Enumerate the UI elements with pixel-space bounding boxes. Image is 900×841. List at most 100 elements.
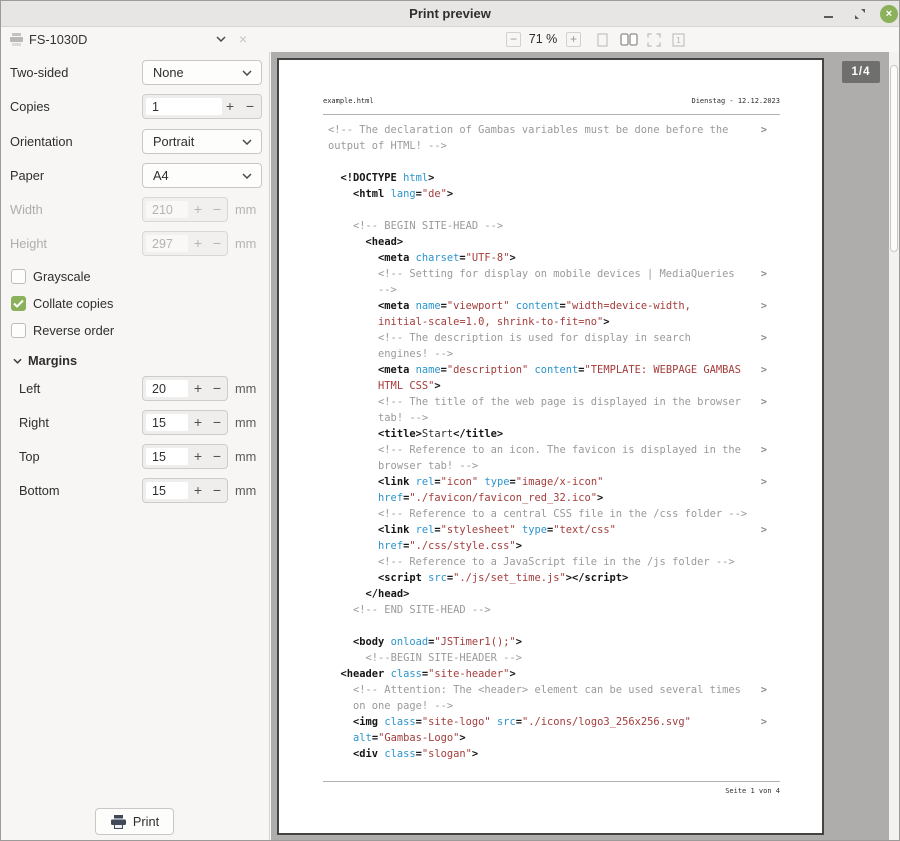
margin-right-input[interactable]: 15 xyxy=(146,414,188,431)
code-block: <!-- The declaration of Gambas variables… xyxy=(328,122,779,762)
width-unit: mm xyxy=(235,197,256,222)
code-line: --> xyxy=(328,282,779,298)
height-row: Height 297 + − mm xyxy=(1,231,269,256)
collate-label: Collate copies xyxy=(33,296,113,312)
toolbar: FS-1030D × − 71 % + xyxy=(1,27,899,52)
margin-bottom-spinner[interactable]: 15 + − xyxy=(142,478,228,503)
printer-selector[interactable]: FS-1030D × xyxy=(1,27,270,52)
margin-bottom-increment-button[interactable]: + xyxy=(189,479,207,502)
reverse-order-label: Reverse order xyxy=(33,323,114,339)
document-page: example.html Dienstag - 12.12.2023 <!-- … xyxy=(277,58,824,835)
orientation-select[interactable]: Portrait xyxy=(142,129,262,154)
margin-left-increment-button[interactable]: + xyxy=(189,377,207,400)
chevron-down-icon[interactable] xyxy=(216,36,226,42)
orientation-label: Orientation xyxy=(10,129,73,154)
code-line xyxy=(328,202,779,218)
margin-left-spinner[interactable]: 20 + − xyxy=(142,376,228,401)
zoom-out-button[interactable]: − xyxy=(506,32,521,47)
margin-top-input[interactable]: 15 xyxy=(146,448,188,465)
close-button[interactable]: × xyxy=(877,1,900,27)
paper-label: Paper xyxy=(10,163,44,188)
margin-right-spinner[interactable]: 15 + − xyxy=(142,410,228,435)
code-line: <head> xyxy=(328,234,779,250)
copies-increment-button[interactable]: + xyxy=(221,95,239,118)
margin-left-row: Left 20 + − mm xyxy=(1,376,269,401)
height-increment-button: + xyxy=(189,232,207,255)
print-button-label: Print xyxy=(133,814,159,829)
code-line: <!-- BEGIN SITE-HEAD --> xyxy=(328,218,779,234)
code-line: </head> xyxy=(328,586,779,602)
single-page-view-button[interactable] xyxy=(597,32,608,47)
margin-right-decrement-button[interactable]: − xyxy=(208,411,226,434)
margin-left-decrement-button[interactable]: − xyxy=(208,377,226,400)
orientation-row: Orientation Portrait xyxy=(1,129,269,154)
printer-clear-icon[interactable]: × xyxy=(239,27,247,51)
paper-row: Paper A4 xyxy=(1,163,269,188)
code-line: <meta name="viewport" content="width=dev… xyxy=(328,298,779,314)
fit-page-button[interactable] xyxy=(647,32,661,47)
code-line xyxy=(328,618,779,634)
margin-bottom-label: Bottom xyxy=(19,478,60,503)
preview-scrollbar[interactable] xyxy=(889,52,899,840)
code-line: <link rel="icon" type="image/x-icon"> xyxy=(328,474,779,490)
two-sided-label: Two-sided xyxy=(10,60,68,85)
width-label: Width xyxy=(10,197,43,222)
facing-pages-view-button[interactable] xyxy=(620,32,638,47)
collate-checkbox[interactable] xyxy=(11,296,26,311)
margin-top-spinner[interactable]: 15 + − xyxy=(142,444,228,469)
code-line: <script src="./js/set_time.js"></script> xyxy=(328,570,779,586)
code-line: <!-- Reference to an icon. The favicon i… xyxy=(328,442,779,458)
copies-spinner[interactable]: 1 + − xyxy=(142,94,262,119)
margins-title: Margins xyxy=(28,352,77,370)
code-line: <html lang="de"> xyxy=(328,186,779,202)
reverse-order-row: Reverse order xyxy=(1,323,269,339)
copies-input[interactable]: 1 xyxy=(146,98,222,115)
restore-button[interactable] xyxy=(848,1,872,27)
chevron-down-icon xyxy=(242,139,252,145)
margin-left-input[interactable]: 20 xyxy=(146,380,188,397)
code-line: <!-- Reference to a JavaScript file in t… xyxy=(328,554,779,570)
margin-top-increment-button[interactable]: + xyxy=(189,445,207,468)
page-footer: Seite 1 von 4 xyxy=(725,787,780,795)
code-line: href="./css/style.css"> xyxy=(328,538,779,554)
minimize-button[interactable] xyxy=(816,1,840,27)
height-decrement-button: − xyxy=(208,232,226,255)
code-line: engines! --> xyxy=(328,346,779,362)
code-line: <!-- The declaration of Gambas variables… xyxy=(328,122,779,138)
single-page-icon xyxy=(597,33,608,47)
actual-size-icon: 1 xyxy=(672,33,685,47)
two-sided-select[interactable]: None xyxy=(142,60,262,85)
code-line: <!-- Attention: The <header> element can… xyxy=(328,682,779,698)
margins-section-header[interactable]: Margins xyxy=(1,352,269,370)
chevron-down-icon xyxy=(242,70,252,76)
line-wrap-marker: > xyxy=(761,298,767,314)
code-line: <title>Start</title> xyxy=(328,426,779,442)
margin-bottom-decrement-button[interactable]: − xyxy=(208,479,226,502)
scrollbar-thumb[interactable] xyxy=(890,65,898,252)
print-button[interactable]: Print xyxy=(95,808,174,835)
code-line: <link rel="stylesheet" type="text/css"> xyxy=(328,522,779,538)
copies-decrement-button[interactable]: − xyxy=(241,95,259,118)
window-title: Print preview xyxy=(1,1,899,26)
height-label: Height xyxy=(10,231,47,256)
zoom-in-button[interactable]: + xyxy=(566,32,581,47)
reverse-order-checkbox[interactable] xyxy=(11,323,26,338)
width-increment-button: + xyxy=(189,198,207,221)
margin-right-increment-button[interactable]: + xyxy=(189,411,207,434)
actual-size-button[interactable]: 1 xyxy=(672,32,685,47)
two-sided-row: Two-sided None xyxy=(1,60,269,85)
print-preview-window: Print preview × FS-1030D × − 71 % + xyxy=(0,0,900,841)
margin-bottom-input[interactable]: 15 xyxy=(146,482,188,499)
printer-name: FS-1030D xyxy=(29,27,87,52)
settings-panel: Two-sided None Copies 1 + − Orientation … xyxy=(1,52,270,840)
grayscale-checkbox[interactable] xyxy=(11,269,26,284)
line-wrap-marker: > xyxy=(761,474,767,490)
margin-top-decrement-button[interactable]: − xyxy=(208,445,226,468)
line-wrap-marker: > xyxy=(761,394,767,410)
collate-row: Collate copies xyxy=(1,296,269,312)
paper-select[interactable]: A4 xyxy=(142,163,262,188)
line-wrap-marker: > xyxy=(761,122,767,138)
code-line: <!-- Reference to a central CSS file in … xyxy=(328,506,779,522)
code-line: <meta charset="UTF-8"> xyxy=(328,250,779,266)
width-row: Width 210 + − mm xyxy=(1,197,269,222)
